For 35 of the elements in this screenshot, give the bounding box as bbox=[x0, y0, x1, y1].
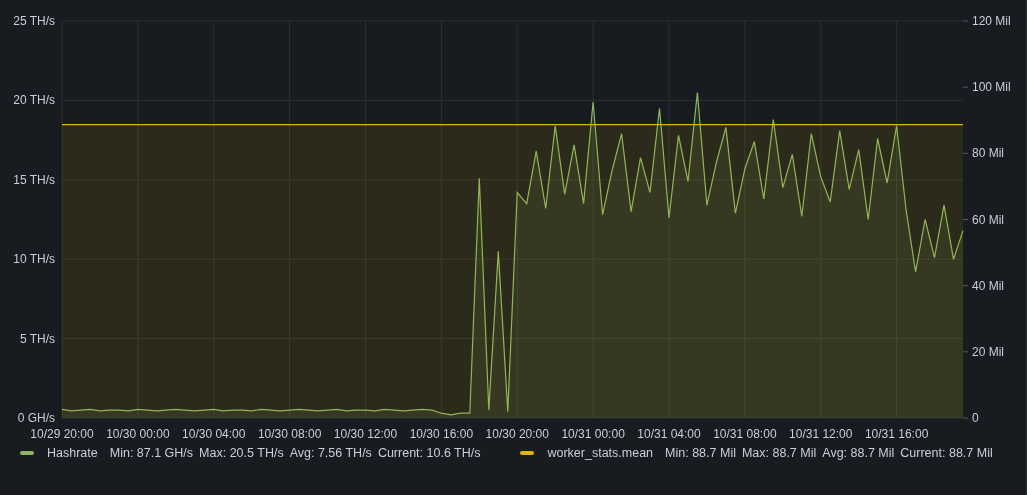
axis-label: 0 GH/s bbox=[17, 411, 55, 425]
axis-label: 10/30 04:00 bbox=[182, 427, 246, 441]
axis-label: 10/31 16:00 bbox=[864, 427, 929, 441]
axis-label: 40 Mil bbox=[972, 278, 1004, 293]
axis-label: 0 bbox=[972, 411, 979, 425]
legend-stat: Avg: 88.7 Mil bbox=[822, 445, 895, 462]
axis-label: 10/29 20:00 bbox=[30, 427, 94, 441]
axis-label: 80 Mil bbox=[972, 146, 1004, 161]
axis-label: 10/30 00:00 bbox=[106, 427, 170, 441]
legend-stat: Current: 88.7 Mil bbox=[900, 445, 993, 462]
axis-label: 10/30 16:00 bbox=[409, 427, 474, 441]
legend-stat: Min: 87.1 GH/s bbox=[109, 445, 194, 462]
legend-label[interactable]: Hashrate bbox=[47, 444, 98, 463]
legend-stat: Current: 10.6 TH/s bbox=[377, 445, 481, 462]
axis-label: 5 TH/s bbox=[19, 331, 55, 346]
axis-label: 10/31 08:00 bbox=[713, 427, 777, 441]
axis-label: 120 Mil bbox=[972, 14, 1011, 28]
axis-label: 10/31 00:00 bbox=[561, 427, 625, 441]
axis-label: 10/31 12:00 bbox=[789, 427, 853, 441]
axis-label: 10/30 20:00 bbox=[485, 427, 549, 441]
axis-label: 100 Mil bbox=[972, 80, 1011, 95]
axis-label: 10 TH/s bbox=[13, 252, 55, 267]
legend-stat: Max: 88.7 Mil bbox=[741, 445, 817, 462]
axis-label: 20 Mil bbox=[972, 344, 1004, 359]
legend-label[interactable]: worker_stats.mean bbox=[547, 444, 654, 463]
legend-stat: Min: 88.7 Mil bbox=[665, 445, 736, 462]
axis-label: 25 TH/s bbox=[13, 14, 55, 28]
legend-stat: Avg: 7.56 TH/s bbox=[289, 445, 372, 462]
axis-label: 15 TH/s bbox=[13, 172, 55, 187]
axis-label: 20 TH/s bbox=[13, 93, 55, 108]
axis-label: 60 Mil bbox=[972, 212, 1004, 227]
axis-label: 10/30 08:00 bbox=[257, 427, 322, 441]
legend-stat: Max: 20.5 TH/s bbox=[199, 445, 284, 462]
axis-label: 10/30 12:00 bbox=[333, 427, 398, 441]
axis-label: 10/31 04:00 bbox=[637, 427, 701, 441]
